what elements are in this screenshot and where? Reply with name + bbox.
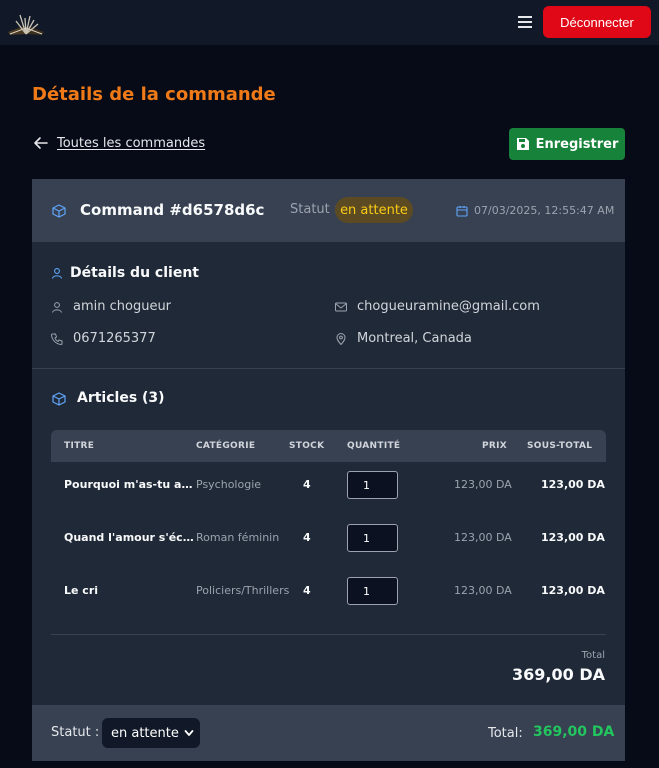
article-price: 123,00 DA: [454, 531, 512, 544]
footer-total-value: 369,00 DA: [533, 724, 615, 740]
client-email: chogueuramine@gmail.com: [357, 299, 540, 314]
column-header-quantity: QUANTITÉ: [347, 441, 401, 451]
quantity-input[interactable]: 1: [347, 577, 398, 605]
article-price: 123,00 DA: [454, 478, 512, 491]
column-header-price: PRIX: [482, 441, 508, 451]
save-button[interactable]: Enregistrer: [509, 128, 625, 160]
order-date: 07/03/2025, 12:55:47 AM: [474, 204, 615, 217]
save-button-label: Enregistrer: [535, 136, 619, 152]
back-link-label: Toutes les commandes: [57, 135, 206, 151]
column-header-subtotal: SOUS-TOTAL: [527, 441, 593, 451]
article-category: Psychologie: [196, 478, 262, 491]
section-divider: [32, 368, 625, 369]
article-subtotal: 123,00 DA: [541, 478, 605, 491]
article-stock: 4: [303, 478, 311, 491]
quantity-input[interactable]: 1: [347, 471, 398, 499]
article-category: Roman féminin: [196, 531, 280, 544]
client-phone: 0671265377: [73, 331, 156, 346]
chevron-down-icon: [184, 730, 194, 736]
package-icon: [52, 392, 66, 406]
footer-total-label: Total:: [488, 726, 523, 741]
status-badge: en attente: [335, 197, 413, 223]
hamburger-icon: [518, 16, 532, 18]
order-footer: Statut : en attente Total: 369,00 DA: [32, 705, 625, 761]
logout-button[interactable]: Déconnecter: [543, 6, 651, 38]
column-header-stock: STOCK: [289, 441, 325, 451]
article-title: Le cri: [64, 584, 99, 597]
status-select-value: en attente: [111, 725, 179, 741]
back-to-orders-link[interactable]: Toutes les commandes: [33, 135, 205, 151]
article-title: Pourquoi m'as-tu abandonné: [64, 478, 196, 491]
quantity-input[interactable]: 1: [347, 524, 398, 552]
article-price: 123,00 DA: [454, 584, 512, 597]
status-select[interactable]: en attente: [102, 718, 200, 748]
order-header: Command #d6578d6c Statut : en attente 07…: [32, 179, 625, 242]
client-location: Montreal, Canada: [357, 331, 472, 346]
client-name: amin chogueur: [73, 299, 172, 314]
mail-icon: [335, 302, 347, 312]
article-stock: 4: [303, 531, 311, 544]
top-navbar: Déconnecter: [0, 0, 659, 45]
total-divider: [51, 634, 606, 635]
client-section-title: Détails du client: [70, 265, 199, 281]
hamburger-menu-button[interactable]: [515, 13, 535, 31]
articles-total-value: 369,00 DA: [512, 665, 605, 684]
page-title: Détails de la commande: [32, 84, 276, 105]
order-number: Command #d6578d6c: [80, 201, 265, 219]
arrow-left-icon: [34, 137, 48, 149]
article-subtotal: 123,00 DA: [541, 531, 605, 544]
articles-total-label: Total: [581, 650, 605, 661]
floppy-disk-icon: [516, 138, 529, 150]
article-stock: 4: [303, 584, 311, 597]
map-pin-icon: [336, 333, 346, 345]
open-book-logo[interactable]: [6, 12, 46, 36]
order-card: Command #d6578d6c Statut : en attente 07…: [32, 179, 625, 761]
user-icon: [51, 268, 63, 279]
package-icon: [52, 204, 66, 218]
article-subtotal: 123,00 DA: [541, 584, 605, 597]
article-title: Quand l'amour s'écrit en silence: [64, 531, 196, 544]
column-header-category: CATÉGORIE: [196, 441, 256, 451]
column-header-title: TITRE: [64, 441, 95, 451]
article-category: Policiers/Thrillers: [196, 584, 290, 597]
user-icon: [52, 302, 62, 313]
calendar-icon: [456, 206, 468, 217]
footer-status-label: Statut :: [51, 725, 100, 740]
articles-table-header: TITRE CATÉGORIE STOCK QUANTITÉ PRIX SOUS…: [51, 430, 606, 462]
order-status-label: Statut :: [290, 202, 339, 217]
articles-section-title: Articles (3): [77, 390, 165, 406]
phone-icon: [51, 333, 63, 345]
